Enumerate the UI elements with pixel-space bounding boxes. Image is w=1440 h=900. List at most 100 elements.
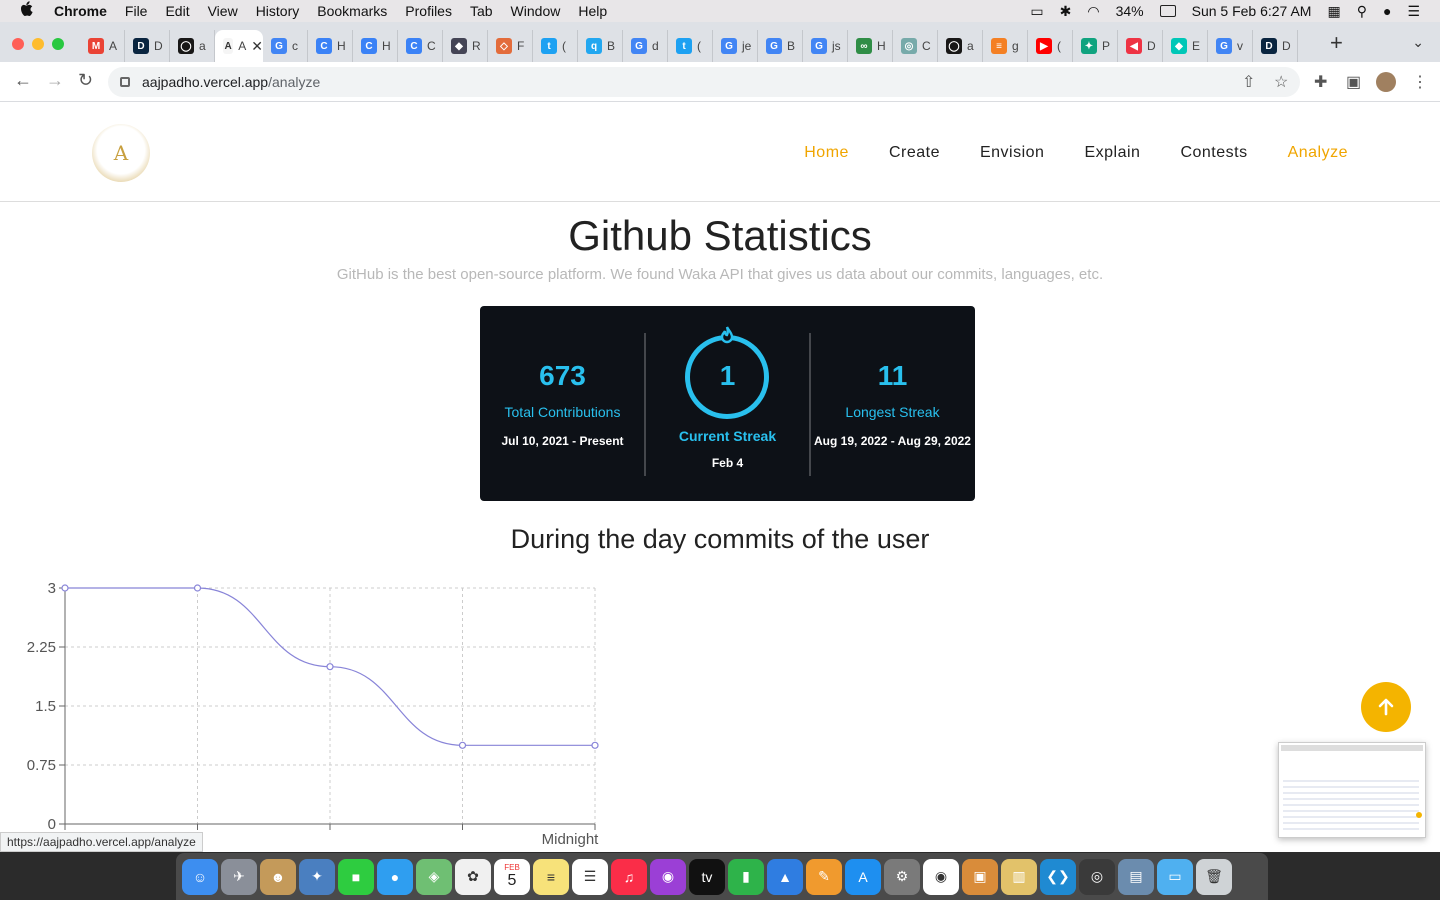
calendar-icon[interactable]: FEB 5 (494, 858, 530, 895)
browser-tab[interactable]: CH (308, 30, 353, 62)
browser-tab[interactable]: ✦ P (1073, 30, 1118, 62)
browser-tab[interactable]: Gd (623, 30, 668, 62)
nav-explain[interactable]: Explain (1084, 144, 1140, 162)
battery-icon[interactable] (1159, 5, 1176, 17)
side-panel-icon[interactable]: ▣ (1346, 72, 1361, 92)
music-icon[interactable]: ♫ (611, 858, 647, 895)
keyboard-icon[interactable]: ▦ (1327, 3, 1340, 20)
browser-tab[interactable]: MA (80, 30, 125, 62)
nav-home[interactable]: Home (804, 144, 849, 162)
wifi-icon[interactable]: ◠ (1087, 3, 1099, 20)
menu-app-name[interactable]: Chrome (54, 3, 107, 19)
nav-contests[interactable]: Contests (1180, 144, 1247, 162)
quicktime-icon[interactable]: ◎ (1079, 858, 1115, 895)
messages-icon[interactable]: ● (377, 858, 413, 895)
menu-edit[interactable]: Edit (165, 3, 189, 19)
nav-envision[interactable]: Envision (980, 144, 1044, 162)
browser-tab[interactable]: DD (125, 30, 170, 62)
menu-view[interactable]: View (208, 3, 238, 19)
menu-window[interactable]: Window (511, 3, 561, 19)
vscode-icon[interactable]: ❮❯ (1040, 858, 1076, 895)
bookmark-star-icon[interactable]: ☆ (1274, 72, 1288, 92)
menu-profiles[interactable]: Profiles (405, 3, 452, 19)
maps-icon[interactable]: ◈ (416, 858, 452, 895)
airplay-icon[interactable]: ▭ (1030, 3, 1043, 20)
spotlight-icon[interactable]: ⚲ (1357, 3, 1367, 20)
reload-icon[interactable]: ↻ (78, 70, 93, 91)
facetime-icon[interactable]: ■ (338, 858, 374, 895)
books-icon[interactable]: ▥ (1001, 858, 1037, 895)
siri-icon[interactable]: ● (1383, 3, 1391, 19)
address-bar[interactable]: aajpadho.vercel.app/analyze (108, 67, 1300, 97)
browser-tab[interactable]: ◇ F (488, 30, 533, 62)
back-arrow-icon[interactable]: ← (14, 70, 32, 91)
browser-tab[interactable]: CC (398, 30, 443, 62)
screenshot-icon[interactable]: ▤ (1118, 858, 1154, 895)
tab-close-icon[interactable]: ✕ (251, 38, 263, 55)
clock[interactable]: Sun 5 Feb 6:27 AM (1192, 3, 1312, 19)
photos-icon[interactable]: ✿ (455, 858, 491, 895)
extensions-icon[interactable]: ✚ (1314, 72, 1327, 92)
podcasts-icon[interactable]: ◉ (650, 858, 686, 895)
browser-tab[interactable]: Gv (1208, 30, 1253, 62)
control-center-icon[interactable]: ☰ (1407, 3, 1420, 20)
browser-tab[interactable]: t( (668, 30, 713, 62)
browser-tab[interactable]: DD (1253, 30, 1298, 62)
browser-tab[interactable]: ◎ C (893, 30, 938, 62)
browser-tab[interactable]: GB (758, 30, 803, 62)
browser-tab[interactable]: ◀ D (1118, 30, 1163, 62)
contacts-icon[interactable]: ☻ (260, 858, 296, 895)
trash-icon[interactable]: 🗑 (1196, 858, 1232, 895)
preview-icon[interactable]: ✦ (299, 858, 335, 895)
browser-tab[interactable]: t( (533, 30, 578, 62)
browser-tab[interactable]: ∞ H (848, 30, 893, 62)
chrome-menu-icon[interactable]: ⋮ (1412, 72, 1428, 92)
keynote-icon[interactable]: ▲ (767, 858, 803, 895)
share-icon[interactable]: ⇧ (1242, 72, 1255, 92)
browser-tab[interactable]: Gje (713, 30, 758, 62)
profile-avatar[interactable] (1376, 72, 1396, 92)
close-window-button[interactable] (12, 38, 24, 50)
browser-tab[interactable]: A A ✕ (215, 30, 263, 62)
apple-icon[interactable] (20, 1, 42, 21)
browser-tab[interactable]: ◆ R (443, 30, 488, 62)
minimize-window-button[interactable] (32, 38, 44, 50)
site-logo[interactable]: A (92, 124, 150, 182)
tab-search-icon[interactable]: ⌄ (1412, 34, 1424, 51)
pages-icon[interactable]: ✎ (806, 858, 842, 895)
scroll-to-top-button[interactable] (1361, 682, 1411, 732)
finder-icon[interactable]: ☺ (182, 858, 218, 895)
browser-tab[interactable]: Gc (263, 30, 308, 62)
lock-icon[interactable] (120, 77, 130, 87)
nav-analyze[interactable]: Analyze (1288, 144, 1348, 162)
launchpad-icon[interactable]: ✈ (221, 858, 257, 895)
nav-create[interactable]: Create (889, 144, 940, 162)
reminders-icon[interactable]: ☰ (572, 858, 608, 895)
menu-bookmarks[interactable]: Bookmarks (317, 3, 387, 19)
screenshot-thumbnail[interactable] (1278, 742, 1426, 838)
settings-icon[interactable]: ⚙ (884, 858, 920, 895)
bluetooth-icon[interactable]: ✱ (1060, 3, 1072, 20)
appstore-icon[interactable]: A (845, 858, 881, 895)
browser-tab[interactable]: ◯ a (170, 30, 215, 62)
folder-icon[interactable]: ▭ (1157, 858, 1193, 895)
notes-icon[interactable]: ≡ (533, 858, 569, 895)
new-tab-button[interactable]: + (1330, 30, 1343, 56)
menu-history[interactable]: History (256, 3, 300, 19)
menu-help[interactable]: Help (578, 3, 607, 19)
browser-tab[interactable]: CH (353, 30, 398, 62)
browser-tab[interactable]: ◯ a (938, 30, 983, 62)
browser-tab[interactable]: Gjs (803, 30, 848, 62)
browser-tab[interactable]: qB (578, 30, 623, 62)
chrome-icon[interactable]: ◉ (923, 858, 959, 895)
maximize-window-button[interactable] (52, 38, 64, 50)
menu-tab[interactable]: Tab (470, 3, 493, 19)
tv-icon[interactable]: tv (689, 858, 725, 895)
browser-tab[interactable]: ▶( (1028, 30, 1073, 62)
browser-tab[interactable]: ◆ E (1163, 30, 1208, 62)
archive-icon[interactable]: ▣ (962, 858, 998, 895)
numbers-icon[interactable]: ▮ (728, 858, 764, 895)
forward-arrow-icon[interactable]: → (46, 70, 64, 91)
browser-tab[interactable]: ≡ g (983, 30, 1028, 62)
menu-file[interactable]: File (125, 3, 148, 19)
